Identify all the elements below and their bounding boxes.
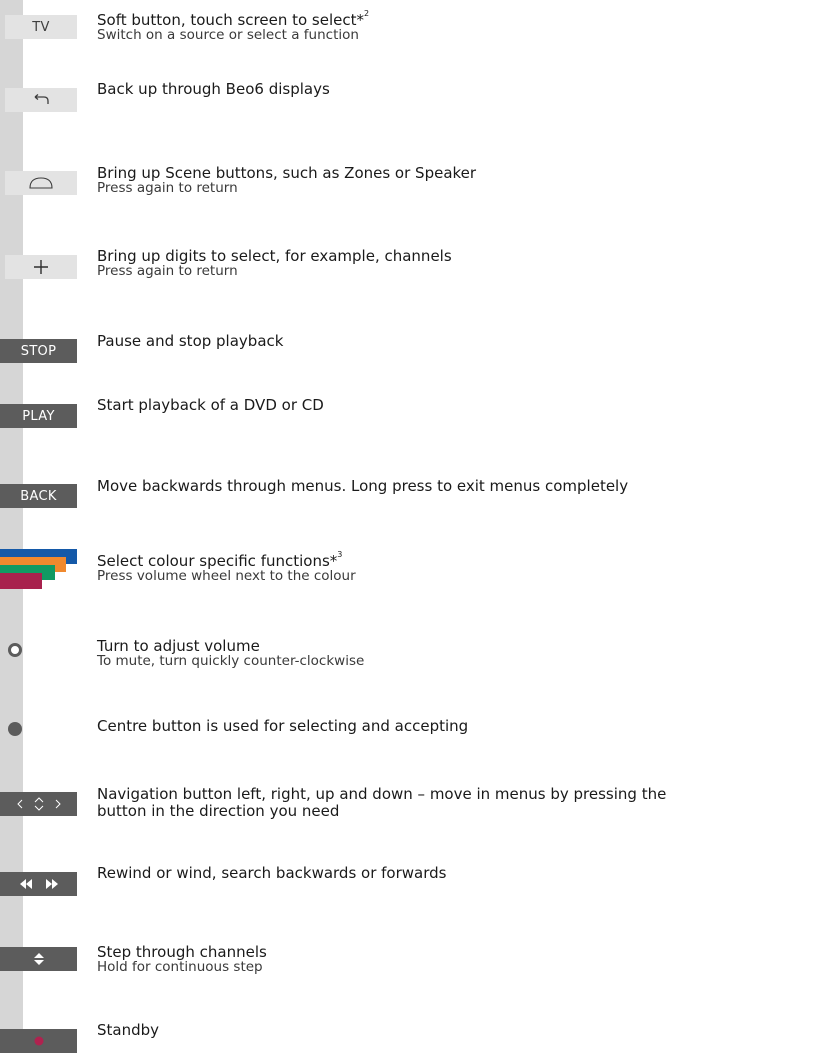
footnote-marker-3: 3	[337, 550, 343, 559]
volume-description: Turn to adjust volume To mute, turn quic…	[97, 638, 821, 668]
navigation-description: Navigation button left, right, up and do…	[97, 786, 821, 820]
navigation-arrows-icon	[16, 797, 61, 811]
navigation-primary-text: Navigation button left, right, up and do…	[97, 785, 667, 803]
stop-description: Pause and stop playback	[97, 333, 821, 350]
rewind-wind-icon	[19, 878, 59, 890]
digits-secondary-text: Press again to return	[97, 263, 238, 279]
tv-soft-button[interactable]: TV	[5, 15, 77, 39]
rewind-wind-primary-text: Rewind or wind, search backwards or forw…	[97, 864, 447, 882]
play-button-label: PLAY	[22, 408, 55, 424]
step-description: Step through channels Hold for continuou…	[97, 944, 821, 974]
play-description: Start playback of a DVD or CD	[97, 397, 821, 414]
back-description: Move backwards through menus. Long press…	[97, 478, 821, 495]
stop-primary-text: Pause and stop playback	[97, 332, 284, 350]
scene-secondary-text: Press again to return	[97, 180, 238, 196]
volume-secondary-text: To mute, turn quickly counter-clockwise	[97, 653, 365, 669]
navigation-button[interactable]	[0, 792, 77, 816]
plus-icon	[33, 259, 49, 275]
volume-wheel-icon[interactable]	[8, 643, 22, 657]
back-arrow-icon	[32, 94, 50, 106]
tv-description: Soft button, touch screen to select*2 Sw…	[97, 9, 821, 43]
tv-button-label: TV	[32, 19, 50, 35]
back-button[interactable]: BACK	[0, 484, 77, 508]
back-arrow-button[interactable]	[5, 88, 77, 112]
digits-button[interactable]	[5, 255, 77, 279]
standby-icon	[34, 1036, 44, 1046]
back-arrow-description: Back up through Beo6 displays	[97, 81, 821, 98]
centre-description: Centre button is used for selecting and …	[97, 718, 821, 735]
footnote-marker-2: 2	[364, 9, 370, 18]
scene-dome-icon	[29, 177, 53, 189]
standby-primary-text: Standby	[97, 1021, 160, 1039]
colour-buttons-icon[interactable]	[0, 549, 80, 589]
scene-description: Bring up Scene buttons, such as Zones or…	[97, 165, 821, 195]
step-secondary-text: Hold for continuous step	[97, 959, 263, 975]
step-button[interactable]	[0, 947, 77, 971]
back-button-label: BACK	[20, 488, 57, 504]
centre-button-icon[interactable]	[8, 722, 22, 736]
colour-secondary-text: Press volume wheel next to the colour	[97, 568, 356, 584]
colour-description: Select colour specific functions*3 Press…	[97, 550, 821, 584]
play-primary-text: Start playback of a DVD or CD	[97, 396, 324, 414]
stop-button-label: STOP	[20, 343, 57, 359]
tv-secondary-text: Switch on a source or select a function	[97, 27, 359, 43]
red-colour-button[interactable]	[0, 573, 42, 589]
back-arrow-primary-text: Back up through Beo6 displays	[97, 80, 330, 98]
navigation-primary-text-line2: button in the direction you need	[97, 802, 340, 820]
digits-description: Bring up digits to select, for example, …	[97, 248, 821, 278]
standby-description: Standby	[97, 1022, 821, 1039]
centre-primary-text: Centre button is used for selecting and …	[97, 717, 469, 735]
play-button[interactable]: PLAY	[0, 404, 77, 428]
rewind-wind-description: Rewind or wind, search backwards or forw…	[97, 865, 821, 882]
back-primary-text: Move backwards through menus. Long press…	[97, 477, 629, 495]
stop-button[interactable]: STOP	[0, 339, 77, 363]
standby-button[interactable]	[0, 1029, 77, 1053]
rewind-wind-button[interactable]	[0, 872, 77, 896]
step-up-down-icon	[32, 952, 46, 966]
scene-button[interactable]	[5, 171, 77, 195]
